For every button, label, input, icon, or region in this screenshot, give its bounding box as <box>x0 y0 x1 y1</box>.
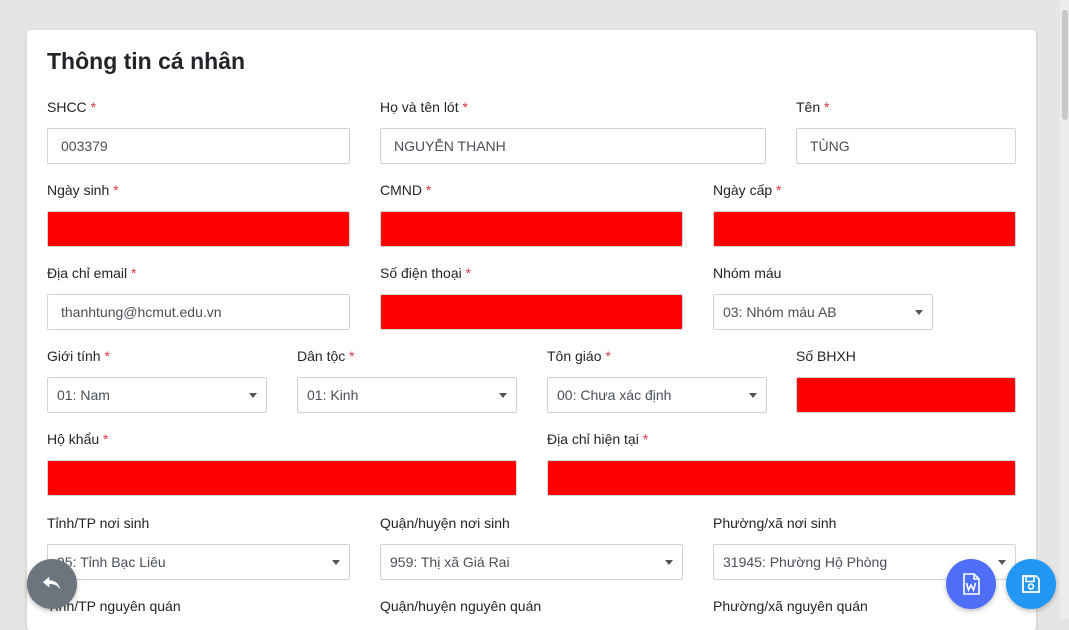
tinh-noi-sinh-label: Tỉnh/TP nơi sinh <box>47 515 150 531</box>
save-button[interactable] <box>1006 559 1056 609</box>
dia-chi-hien-tai-label: Địa chỉ hiện tại * <box>547 431 649 447</box>
required-mark: * <box>824 99 830 115</box>
ten-label: Tên * <box>796 99 830 115</box>
required-mark: * <box>462 99 468 115</box>
required-mark: * <box>104 348 110 364</box>
required-mark: * <box>605 348 611 364</box>
required-mark: * <box>103 431 109 447</box>
quan-noi-sinh-value: 959: Thị xã Giá Rai <box>390 554 510 570</box>
ton-giao-select[interactable]: 00: Chưa xác định <box>547 377 767 413</box>
caret-down-icon <box>249 393 257 398</box>
so-dien-thoai-input[interactable] <box>380 294 683 330</box>
floppy-disk-icon <box>1022 575 1040 593</box>
nhom-mau-label: Nhóm máu <box>713 265 782 281</box>
ton-giao-label: Tôn giáo * <box>547 348 611 364</box>
ten-input[interactable]: TÙNG <box>796 128 1016 164</box>
tinh-noi-sinh-select[interactable]: 95: Tỉnh Bạc Liêu <box>47 544 350 580</box>
ton-giao-value: 00: Chưa xác định <box>557 387 672 403</box>
quan-noi-sinh-label: Quận/huyện nơi sinh <box>380 515 510 531</box>
export-word-button[interactable] <box>946 559 996 609</box>
phuong-noi-sinh-value: 31945: Phường Hộ Phòng <box>723 554 888 570</box>
cmnd-input[interactable] <box>380 211 683 247</box>
required-mark: * <box>465 265 472 281</box>
page-title: Thông tin cá nhân <box>47 48 246 74</box>
ngay-cap-label: Ngày cấp * <box>713 182 782 198</box>
caret-down-icon <box>915 310 923 315</box>
dan-toc-value: 01: Kinh <box>307 387 359 403</box>
shcc-label: SHCC * <box>47 99 97 115</box>
ho-ten-lot-label: Họ và tên lót * <box>380 99 468 115</box>
required-mark: * <box>642 431 649 447</box>
ho-khau-label: Hộ khẩu * <box>47 431 109 447</box>
so-dien-thoai-label: Số điện thoại * <box>380 265 472 281</box>
ngay-sinh-label: Ngày sinh * <box>47 182 119 198</box>
quan-nguyen-quan-label: Quận/huyện nguyên quán <box>380 598 542 614</box>
ngay-cap-input[interactable] <box>713 211 1016 247</box>
so-bhxh-input[interactable] <box>796 377 1016 413</box>
dia-chi-hien-tai-input[interactable] <box>547 460 1016 496</box>
page-scrollbar[interactable] <box>1060 0 1069 619</box>
undo-arrow-icon <box>42 576 61 590</box>
dan-toc-label: Dân tộc * <box>297 348 355 364</box>
phuong-noi-sinh-label: Phường/xã nơi sinh <box>713 515 837 531</box>
scrollbar-thumb[interactable] <box>1062 10 1068 120</box>
required-mark: * <box>349 348 355 364</box>
shcc-input[interactable]: 003379 <box>47 128 350 164</box>
ho-ten-lot-input[interactable]: NGUYỄN THANH <box>380 128 766 164</box>
required-mark: * <box>131 265 137 281</box>
required-mark: * <box>113 182 119 198</box>
caret-down-icon <box>332 560 340 565</box>
ho-khau-input[interactable] <box>47 460 517 496</box>
caret-down-icon <box>665 560 673 565</box>
nhom-mau-select[interactable]: 03: Nhóm máu AB <box>713 294 933 330</box>
email-input[interactable]: thanhtung@hcmut.edu.vn <box>47 294 350 330</box>
gioi-tinh-select[interactable]: 01: Nam <box>47 377 267 413</box>
tinh-noi-sinh-value: 95: Tỉnh Bạc Liêu <box>57 554 166 570</box>
caret-down-icon <box>749 393 757 398</box>
gioi-tinh-value: 01: Nam <box>57 387 110 403</box>
required-mark: * <box>90 99 97 115</box>
quan-noi-sinh-select[interactable]: 959: Thị xã Giá Rai <box>380 544 683 580</box>
email-label: Địa chỉ email * <box>47 265 137 281</box>
required-mark: * <box>425 182 432 198</box>
phuong-nguyen-quan-label: Phường/xã nguyên quán <box>713 598 868 614</box>
caret-down-icon <box>998 560 1006 565</box>
so-bhxh-label: Số BHXH <box>796 348 856 364</box>
back-button[interactable] <box>27 559 77 609</box>
caret-down-icon <box>499 393 507 398</box>
dan-toc-select[interactable]: 01: Kinh <box>297 377 517 413</box>
word-document-icon <box>963 573 980 595</box>
gioi-tinh-label: Giới tính * <box>47 348 110 364</box>
ngay-sinh-input[interactable] <box>47 211 350 247</box>
nhom-mau-value: 03: Nhóm máu AB <box>723 304 837 320</box>
personal-info-card: Thông tin cá nhân SHCC * 003379 Họ và tê… <box>27 30 1036 630</box>
required-mark: * <box>776 182 782 198</box>
cmnd-label: CMND * <box>380 182 432 198</box>
